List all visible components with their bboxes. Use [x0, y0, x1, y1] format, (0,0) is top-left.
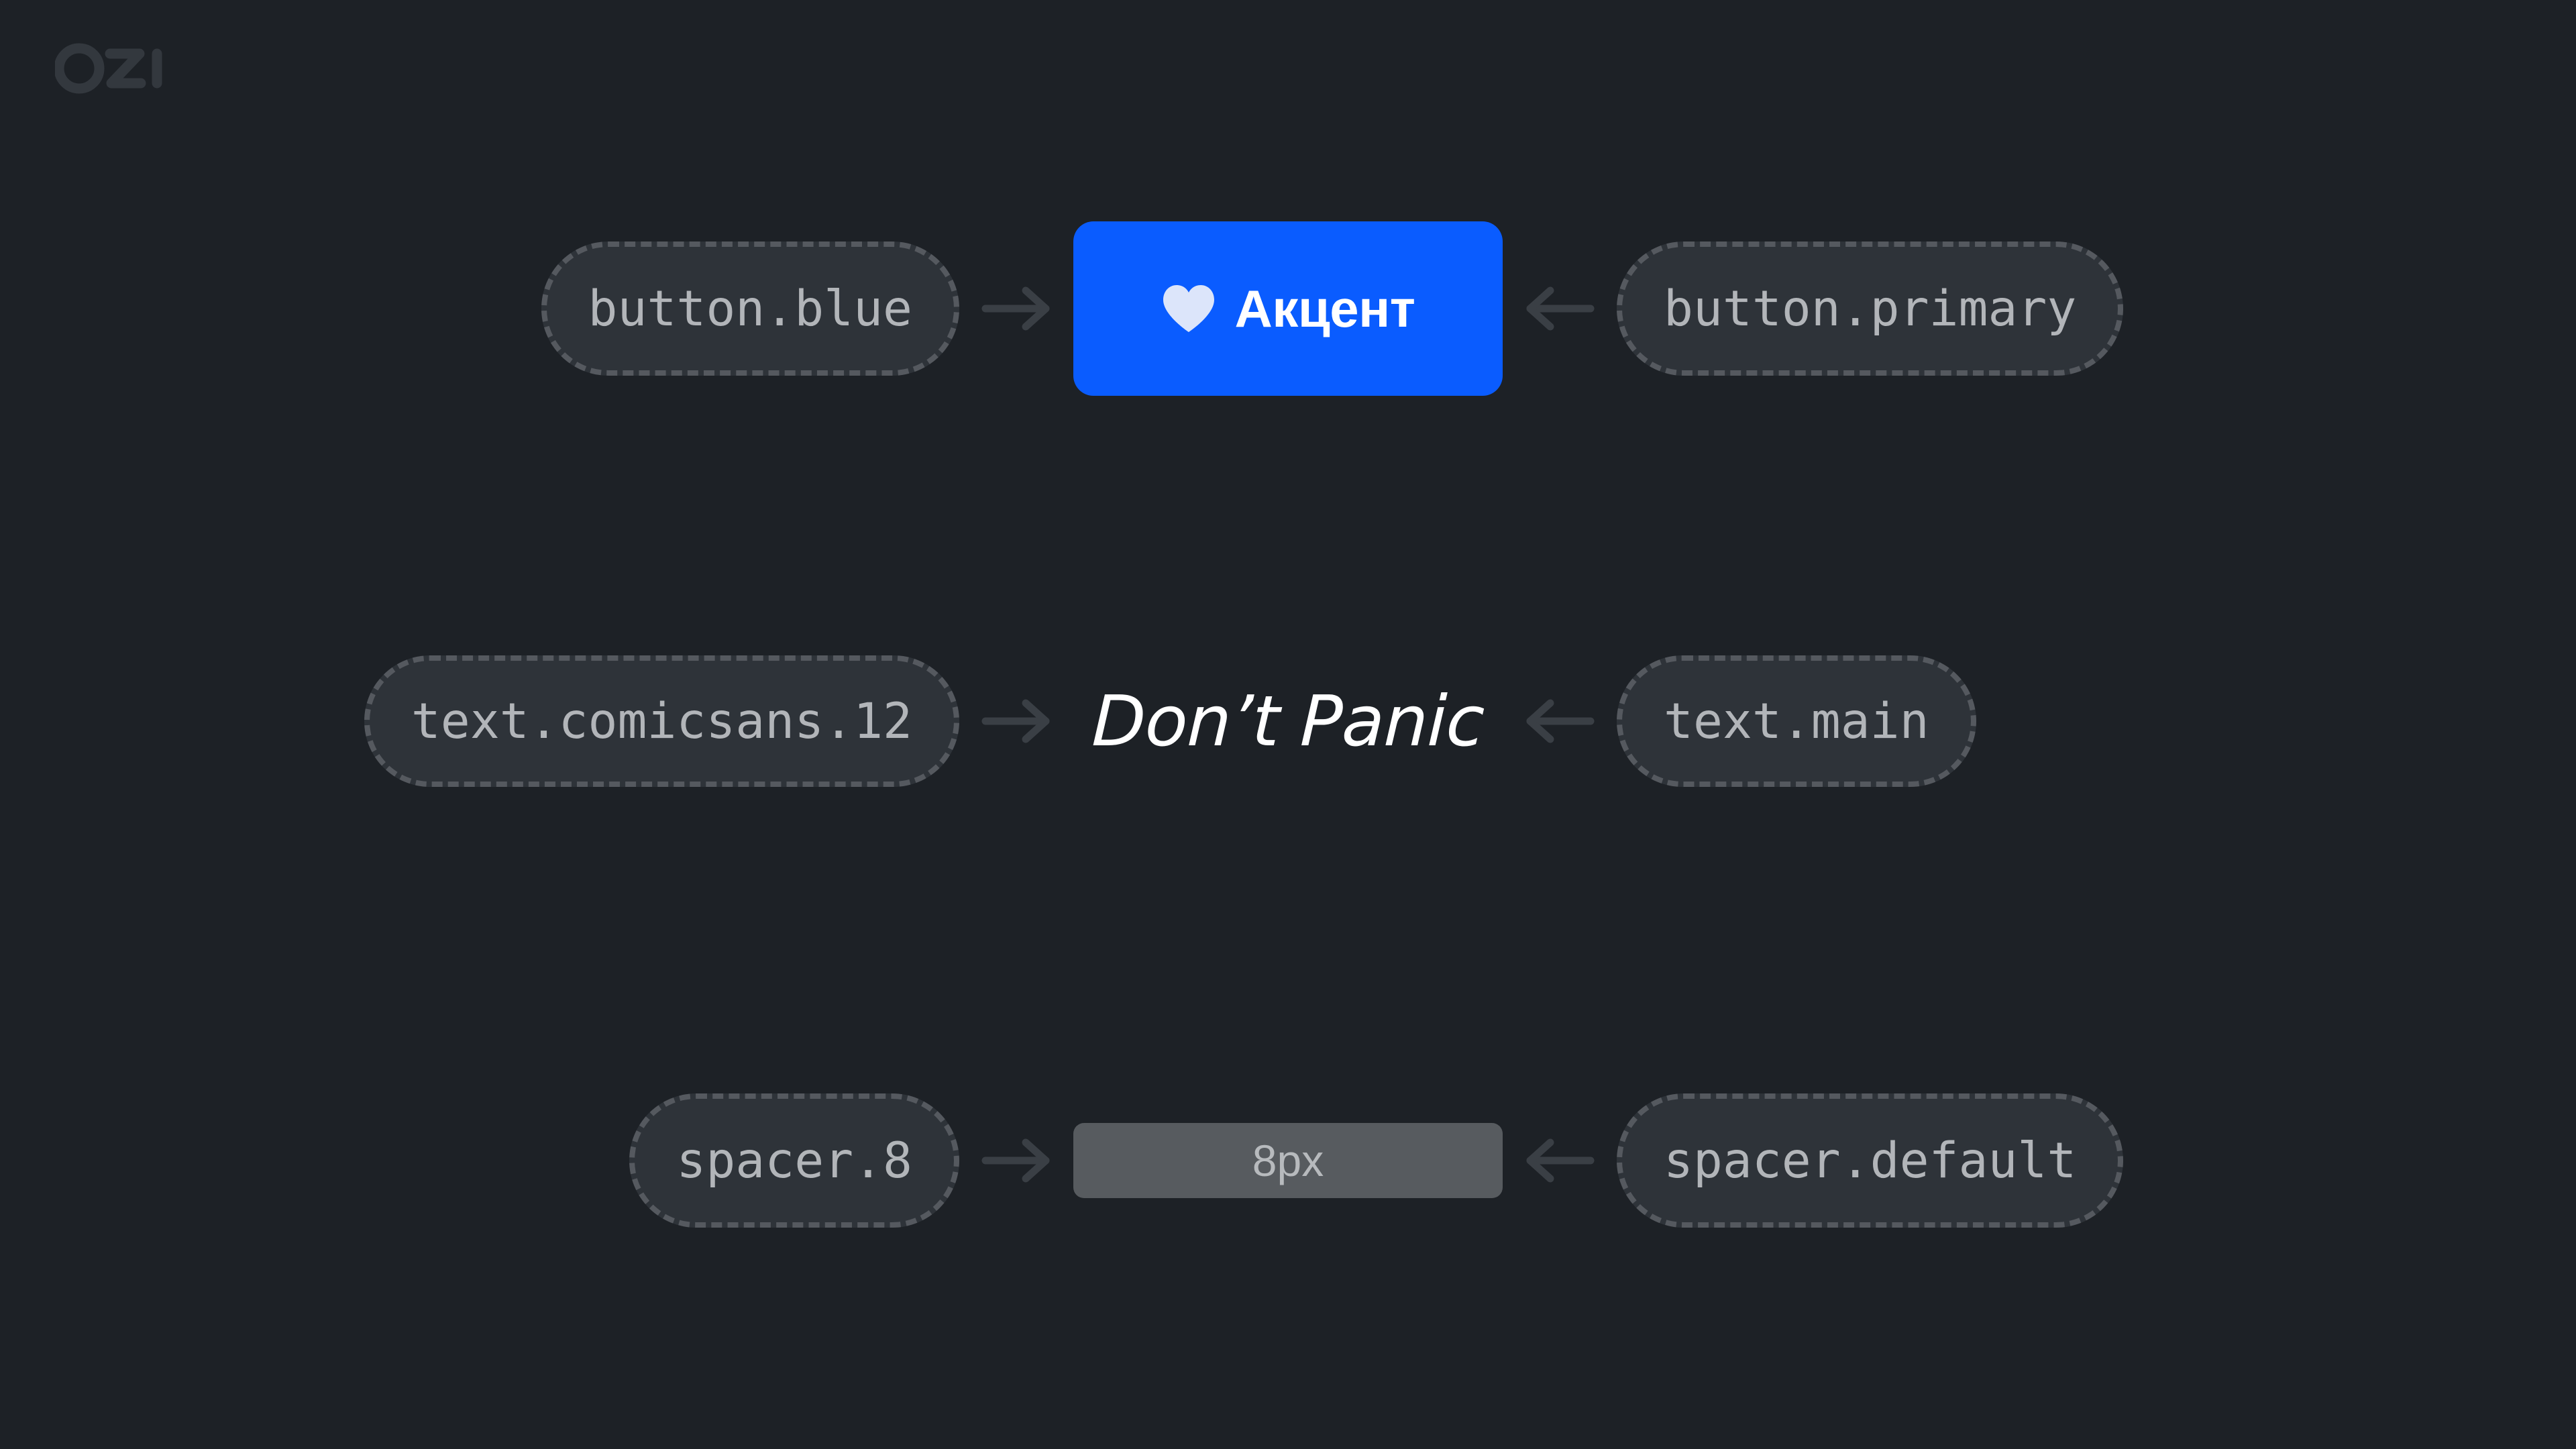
- arrow-right-slot: [959, 1138, 1073, 1183]
- arrow-left-icon: [1526, 1138, 1595, 1183]
- preview-slot-button: Акцент: [1073, 221, 1503, 396]
- token-pill-spacer-default[interactable]: spacer.default: [1617, 1093, 2124, 1228]
- left-token-slot: spacer.8: [0, 1093, 959, 1228]
- arrow-left-slot: [1503, 1138, 1617, 1183]
- arrow-left-slot: [1503, 699, 1617, 743]
- preview-slot-text: Don’t Panic: [1073, 680, 1503, 762]
- token-row-text: text.comicsans.12 Don’t Panic text.main: [0, 627, 2576, 815]
- spacer-preview-chip[interactable]: 8px: [1073, 1123, 1503, 1198]
- arrow-right-icon: [981, 699, 1050, 743]
- arrow-left-slot: [1503, 286, 1617, 331]
- token-row-button: button.blue Акцент button.primary: [0, 215, 2576, 402]
- right-token-slot: text.main: [1617, 655, 2576, 787]
- token-pill-text-main[interactable]: text.main: [1617, 655, 1976, 787]
- sample-text-preview: Don’t Panic: [1090, 680, 1486, 762]
- token-pill-button-primary[interactable]: button.primary: [1617, 241, 2124, 376]
- arrow-right-slot: [959, 699, 1073, 743]
- left-token-slot: button.blue: [0, 241, 959, 376]
- left-token-slot: text.comicsans.12: [0, 655, 959, 787]
- accent-button-label: Акцент: [1234, 279, 1415, 338]
- token-row-spacer: spacer.8 8px spacer.default: [0, 1067, 2576, 1254]
- ozi-logo: [55, 42, 176, 95]
- heart-icon: [1163, 285, 1215, 332]
- arrow-right-icon: [981, 286, 1050, 331]
- arrow-right-slot: [959, 286, 1073, 331]
- token-pill-button-blue[interactable]: button.blue: [541, 241, 959, 376]
- spacer-preview-label: 8px: [1252, 1136, 1324, 1185]
- arrow-left-icon: [1526, 286, 1595, 331]
- token-pill-text-comicsans-12[interactable]: text.comicsans.12: [364, 655, 959, 787]
- token-pill-spacer-8[interactable]: spacer.8: [629, 1093, 959, 1228]
- accent-button[interactable]: Акцент: [1073, 221, 1503, 396]
- arrow-left-icon: [1526, 699, 1595, 743]
- right-token-slot: spacer.default: [1617, 1093, 2576, 1228]
- preview-slot-spacer: 8px: [1073, 1123, 1503, 1198]
- arrow-right-icon: [981, 1138, 1050, 1183]
- right-token-slot: button.primary: [1617, 241, 2576, 376]
- design-token-mapping-canvas: button.blue Акцент button.primary text.c…: [0, 0, 2576, 1449]
